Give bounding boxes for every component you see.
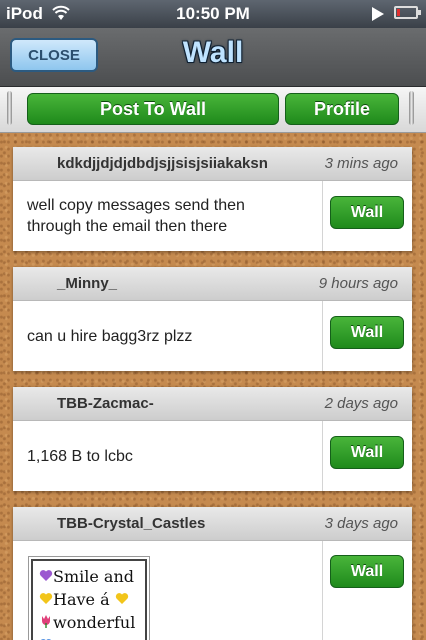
post-message: Smile and Have á wonderful	[28, 556, 150, 640]
post-message-line: wonderful	[39, 611, 139, 634]
post-body: well copy messages send then through the…	[13, 181, 412, 251]
profile-button[interactable]: Profile	[285, 93, 399, 125]
post-time: 9 hours ago	[318, 275, 398, 292]
pin-icon	[409, 91, 414, 125]
post-message: well copy messages send then through the…	[27, 195, 318, 237]
wall-post: TBB-Zacmac- 2 days ago 1,168 B to lcbc W…	[13, 387, 412, 491]
wall-feed[interactable]: kdkdjjdjdjdbdjsjjsisjsiiakaksn 3 mins ag…	[0, 133, 426, 640]
post-header: TBB-Crystal_Castles 3 days ago	[13, 507, 412, 541]
nav-bar: CLOSE Wall	[0, 28, 426, 87]
wall-button[interactable]: Wall	[330, 196, 404, 229]
wall-button[interactable]: Wall	[330, 436, 404, 469]
wall-button[interactable]: Wall	[330, 316, 404, 349]
post-message: 1,168 B to lcbc	[27, 448, 133, 465]
tulip-icon	[39, 611, 53, 634]
divider	[322, 181, 323, 251]
blue-heart-icon	[39, 634, 53, 640]
pin-icon	[7, 91, 12, 125]
post-time: 3 days ago	[324, 515, 398, 532]
yellow-heart-icon	[39, 588, 53, 611]
purple-heart-icon	[39, 565, 53, 588]
post-body: can u hire bagg3rz plzz Wall	[13, 301, 412, 371]
post-message-line: through the email then there	[27, 218, 228, 235]
post-time: 3 mins ago	[324, 155, 398, 172]
divider	[322, 421, 323, 491]
post-message-line: well copy messages send then	[27, 197, 245, 214]
post-header: kdkdjjdjdjdbdjsjjsisjsiiakaksn 3 mins ag…	[13, 147, 412, 181]
action-bar: Post To Wall Profile	[0, 87, 426, 133]
status-bar: iPod 10:50 PM	[0, 0, 426, 28]
post-to-wall-button[interactable]: Post To Wall	[27, 93, 279, 125]
post-message-line	[39, 634, 139, 640]
play-icon	[372, 7, 384, 21]
post-author[interactable]: _Minny_	[57, 275, 117, 292]
yellow-heart-icon	[115, 588, 129, 611]
wall-post: _Minny_ 9 hours ago can u hire bagg3rz p…	[13, 267, 412, 371]
post-header: TBB-Zacmac- 2 days ago	[13, 387, 412, 421]
post-body: Smile and Have á wonderful Wall	[13, 541, 412, 640]
divider	[322, 301, 323, 371]
post-message: can u hire bagg3rz plzz	[27, 328, 193, 345]
post-message-line: Have á	[39, 588, 139, 611]
post-author[interactable]: TBB-Zacmac-	[57, 395, 154, 412]
post-author[interactable]: kdkdjjdjdjdbdjsjjsisjsiiakaksn	[57, 155, 268, 172]
post-time: 2 days ago	[324, 395, 398, 412]
clock: 10:50 PM	[176, 4, 250, 23]
post-author[interactable]: TBB-Crystal_Castles	[57, 515, 205, 532]
wall-button[interactable]: Wall	[330, 555, 404, 588]
divider	[322, 541, 323, 640]
page-title: Wall	[182, 36, 244, 69]
wall-post: kdkdjjdjdjdbdjsjjsisjsiiakaksn 3 mins ag…	[13, 147, 412, 251]
post-header: _Minny_ 9 hours ago	[13, 267, 412, 301]
post-body: 1,168 B to lcbc Wall	[13, 421, 412, 491]
battery-icon	[394, 6, 421, 19]
wall-post: TBB-Crystal_Castles 3 days ago Smile and…	[13, 507, 412, 640]
post-message-line: Smile and	[39, 565, 139, 588]
